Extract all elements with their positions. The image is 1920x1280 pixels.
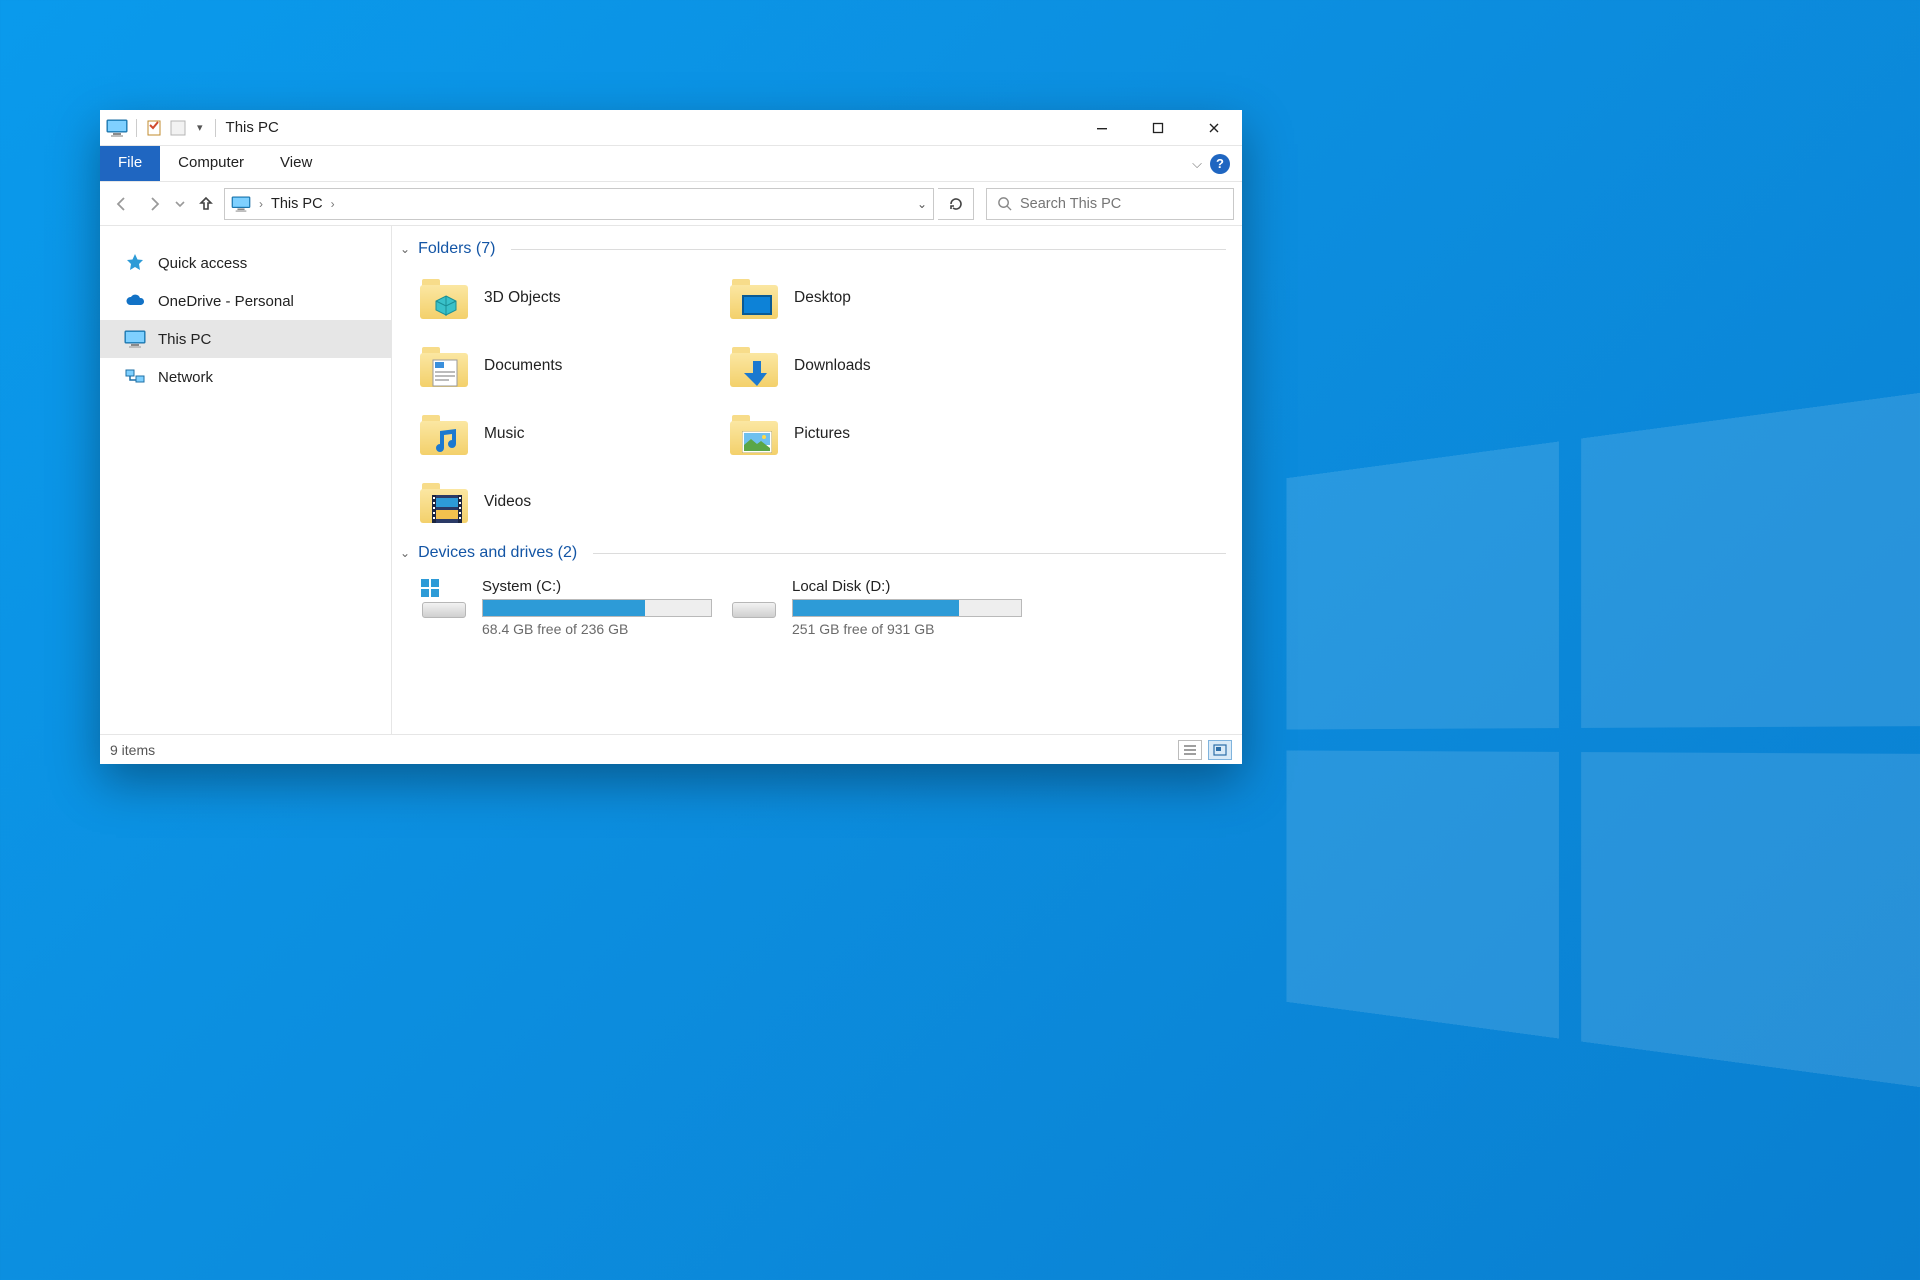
folder-documents[interactable]: Documents [420, 342, 720, 390]
tab-computer[interactable]: Computer [160, 146, 262, 181]
drive-name: Local Disk (D:) [792, 578, 1030, 595]
sidebar-item-network[interactable]: Network [100, 358, 391, 396]
properties-icon[interactable] [145, 119, 163, 137]
pictures-icon [730, 413, 778, 455]
network-icon [124, 368, 146, 386]
search-icon [997, 196, 1012, 211]
up-button[interactable] [192, 190, 220, 218]
group-header-folders[interactable]: ⌄ Folders (7) [400, 236, 1226, 264]
documents-icon [420, 345, 468, 387]
chevron-down-icon[interactable]: ⌄ [400, 546, 410, 560]
onedrive-icon [124, 293, 146, 309]
sidebar-label: Network [158, 369, 213, 386]
videos-icon [420, 481, 468, 523]
desktop-icon [730, 277, 778, 319]
folder-label: Documents [484, 357, 562, 375]
nav-pane: Quick access OneDrive - Personal [100, 226, 392, 734]
status-bar: 9 items [100, 734, 1242, 764]
minimize-button[interactable] [1074, 110, 1130, 146]
back-button[interactable] [108, 190, 136, 218]
explorer-window: ▾ This PC File Computer View ⌵ ? [100, 110, 1242, 764]
view-large-icons-button[interactable] [1208, 740, 1232, 760]
search-box[interactable] [986, 188, 1234, 220]
drive-icon [420, 578, 468, 618]
capacity-bar [482, 599, 712, 617]
address-dropdown-icon[interactable]: ⌄ [917, 197, 927, 211]
forward-button[interactable] [140, 190, 168, 218]
qat-dropdown-icon[interactable]: ▾ [193, 121, 207, 134]
drive-c[interactable]: System (C:) 68.4 GB free of 236 GB [420, 578, 720, 637]
drive-free: 68.4 GB free of 236 GB [482, 621, 720, 637]
nav-row: › This PC › ⌄ [100, 182, 1242, 226]
drive-free: 251 GB free of 931 GB [792, 621, 1030, 637]
music-icon [420, 413, 468, 455]
this-pc-icon [106, 119, 128, 137]
tab-file[interactable]: File [100, 146, 160, 181]
sidebar-label: OneDrive - Personal [158, 293, 294, 310]
sidebar-label: Quick access [158, 255, 247, 272]
folder-desktop[interactable]: Desktop [730, 274, 1030, 322]
folder-label: Pictures [794, 425, 850, 443]
sidebar-item-onedrive[interactable]: OneDrive - Personal [100, 282, 391, 320]
folder-label: Downloads [794, 357, 871, 375]
folder-label: Desktop [794, 289, 851, 307]
window-title: This PC [226, 119, 279, 136]
group-title: Devices and drives (2) [418, 544, 577, 562]
folder-pictures[interactable]: Pictures [730, 410, 1030, 458]
close-button[interactable] [1186, 110, 1242, 146]
folder-music[interactable]: Music [420, 410, 720, 458]
ribbon-tabs: File Computer View ⌵ ? [100, 146, 1242, 182]
refresh-button[interactable] [938, 188, 974, 220]
capacity-bar [792, 599, 1022, 617]
drive-name: System (C:) [482, 578, 720, 595]
drive-icon [730, 578, 778, 618]
folder-label: Music [484, 425, 524, 443]
address-bar[interactable]: › This PC › ⌄ [224, 188, 934, 220]
status-count: 9 items [110, 742, 155, 758]
3d-objects-icon [420, 277, 468, 319]
group-title: Folders (7) [418, 240, 495, 258]
content-pane: ⌄ Folders (7) 3D Objects [392, 226, 1242, 734]
chevron-right-icon[interactable]: › [259, 197, 263, 211]
help-icon[interactable]: ? [1210, 154, 1230, 174]
folder-label: Videos [484, 493, 531, 511]
folder-videos[interactable]: Videos [420, 478, 720, 526]
capacity-fill [793, 600, 959, 616]
this-pc-icon [231, 196, 251, 212]
chevron-down-icon[interactable]: ⌄ [400, 242, 410, 256]
folder-3d-objects[interactable]: 3D Objects [420, 274, 720, 322]
sidebar-item-this-pc[interactable]: This PC [100, 320, 391, 358]
view-details-button[interactable] [1178, 740, 1202, 760]
search-input[interactable] [1020, 196, 1223, 212]
folder-downloads[interactable]: Downloads [730, 342, 1030, 390]
tab-view[interactable]: View [262, 146, 330, 181]
recent-locations-button[interactable] [172, 190, 188, 218]
ribbon-expand-icon[interactable]: ⌵ [1192, 156, 1202, 172]
capacity-fill [483, 600, 645, 616]
sidebar-item-quick-access[interactable]: Quick access [100, 244, 391, 282]
title-bar: ▾ This PC [100, 110, 1242, 146]
group-header-drives[interactable]: ⌄ Devices and drives (2) [400, 540, 1226, 568]
drive-d[interactable]: Local Disk (D:) 251 GB free of 931 GB [730, 578, 1030, 637]
sidebar-label: This PC [158, 331, 211, 348]
new-folder-icon[interactable] [169, 119, 187, 137]
folder-label: 3D Objects [484, 289, 561, 307]
chevron-right-icon[interactable]: › [331, 197, 335, 211]
downloads-icon [730, 345, 778, 387]
quick-access-icon [124, 253, 146, 273]
maximize-button[interactable] [1130, 110, 1186, 146]
this-pc-icon [124, 330, 146, 348]
breadcrumb-this-pc[interactable]: This PC [271, 196, 323, 212]
